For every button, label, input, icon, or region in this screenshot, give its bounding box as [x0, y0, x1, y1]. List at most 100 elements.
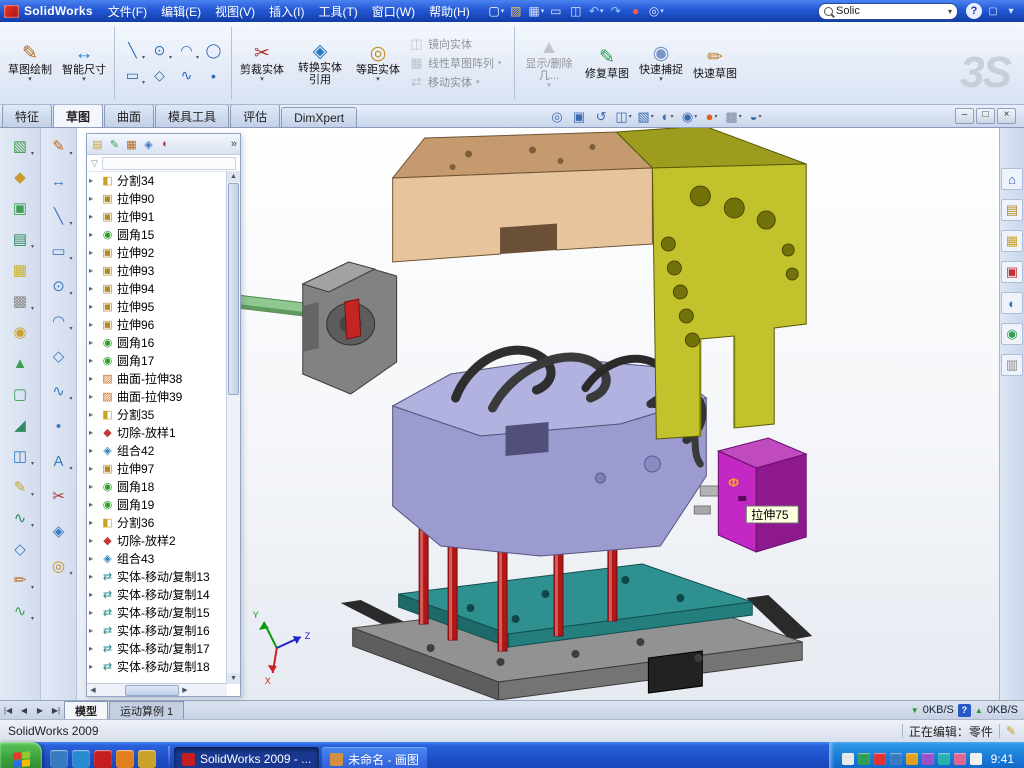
text-icon[interactable]: A▾	[45, 449, 73, 473]
tree-item[interactable]: ▸ ◆ 切除-放样2	[89, 531, 227, 549]
tree-item[interactable]: ▸ ◉ 圆角19	[89, 495, 227, 513]
expand-arrow-icon[interactable]: ▸	[89, 626, 98, 635]
print-preview-icon[interactable]: ◫	[567, 3, 586, 20]
tab-nav-icon[interactable]: |◀	[0, 706, 16, 715]
mirror-entities-button[interactable]: ◫ 镜向实体	[406, 35, 510, 53]
tree-item[interactable]: ▸ ◉ 圆角16	[89, 333, 227, 351]
scrollbar-thumb[interactable]	[125, 685, 179, 696]
spline-tools-icon[interactable]: ∿▾	[6, 599, 34, 623]
scroll-up-icon[interactable]: ▲	[227, 171, 240, 182]
extruded-cut-icon[interactable]: ▦	[6, 258, 34, 282]
start-button[interactable]	[0, 742, 42, 768]
expand-arrow-icon[interactable]: ▸	[89, 644, 98, 653]
mirror-icon[interactable]: ◫▾	[6, 444, 34, 468]
dimxpertmanager-tab-icon[interactable]: ◈	[141, 137, 156, 152]
point-icon[interactable]: •	[45, 414, 73, 438]
tree-item[interactable]: ▸ ⇄ 实体-移动/复制17	[89, 639, 227, 657]
expand-arrow-icon[interactable]: ▸	[89, 464, 98, 473]
expand-arrow-icon[interactable]: ▸	[89, 428, 98, 437]
expand-arrow-icon[interactable]: ▸	[89, 212, 98, 221]
expand-arrow-icon[interactable]: ▸	[89, 302, 98, 311]
save-icon[interactable]: ▦▾	[527, 3, 546, 20]
sketch-tools-icon[interactable]: ✏▾	[6, 568, 34, 592]
tree-vertical-scrollbar[interactable]: ▲ ▼	[226, 171, 240, 684]
line-icon[interactable]: ╲▾	[119, 38, 146, 63]
view-orientation-icon[interactable]: ▧▾	[635, 108, 656, 125]
tree-item[interactable]: ▸ ◧ 分割34	[89, 171, 227, 189]
menu-item[interactable]: 插入(I)	[262, 1, 311, 22]
expand-arrow-icon[interactable]: ▸	[89, 194, 98, 203]
scrollbar-thumb[interactable]	[228, 183, 239, 395]
expand-arrow-icon[interactable]: ▸	[89, 500, 98, 509]
quick-snaps-button[interactable]: ◉ 快速捕捉 ▾	[635, 24, 687, 102]
tree-item[interactable]: ▸ ⇄ 实体-移动/复制15	[89, 603, 227, 621]
fillet-icon[interactable]: ◉	[6, 320, 34, 344]
polygon-icon[interactable]: ◇	[146, 63, 173, 88]
scroll-down-icon[interactable]: ▼	[227, 673, 240, 684]
home-icon[interactable]: ⌂	[1001, 168, 1023, 190]
tree-item[interactable]: ▸ ◉ 圆角15	[89, 225, 227, 243]
instant3d-icon[interactable]: ◇	[6, 537, 34, 561]
spline-icon[interactable]: ∿▾	[45, 379, 73, 403]
ime-icon[interactable]	[842, 753, 854, 765]
rectangle-icon[interactable]: ▭▾	[119, 63, 146, 88]
filter-icon[interactable]: ▽	[91, 158, 98, 169]
open-icon[interactable]: ▨	[507, 3, 526, 20]
study-tab[interactable]: 运动算例 1	[109, 701, 184, 720]
command-tab[interactable]: 特征	[2, 104, 52, 127]
sketch-icon[interactable]: ✎▾	[45, 134, 73, 158]
trim-entities-icon[interactable]: ✂	[45, 484, 73, 508]
expand-arrow-icon[interactable]: ▸	[89, 518, 98, 527]
expand-arrow-icon[interactable]: ▸	[89, 356, 98, 365]
revolved-boss-icon[interactable]: ◆	[6, 165, 34, 189]
part-magenta-block[interactable]: Φ	[718, 438, 806, 552]
extruded-boss-icon[interactable]: ▧▾	[6, 134, 34, 158]
convert-entities-icon[interactable]: ◈	[45, 519, 73, 543]
overflow-chevron-icon[interactable]: »	[231, 138, 237, 150]
expand-arrow-icon[interactable]: ▸	[89, 392, 98, 401]
apply-scene-icon[interactable]: ▩▾	[723, 108, 744, 125]
media-player-icon[interactable]	[116, 750, 134, 768]
options-icon[interactable]: ◎▾	[647, 3, 666, 20]
swept-boss-icon[interactable]: ▣	[6, 196, 34, 220]
appearances-icon[interactable]: ◐	[1001, 292, 1023, 314]
search-box[interactable]: Solic ▾	[818, 3, 958, 20]
net-help-icon[interactable]: ?	[958, 704, 971, 717]
tree-item[interactable]: ▸ ◈ 组合43	[89, 549, 227, 567]
tab-nav-icon[interactable]: ▶	[32, 706, 48, 715]
edit-appearance-icon[interactable]: ●▾	[701, 108, 722, 125]
scroll-right-icon[interactable]: ▶	[179, 686, 191, 694]
smart-dimension-icon[interactable]: ↔	[45, 169, 73, 193]
menu-item[interactable]: 工具(T)	[311, 1, 364, 22]
search-dropdown-icon[interactable]: ▾	[948, 7, 952, 16]
curves-icon[interactable]: ∿▾	[6, 506, 34, 530]
menu-item[interactable]: 窗口(W)	[365, 1, 422, 22]
network-icon[interactable]	[890, 753, 902, 765]
design-library-icon[interactable]: ▤	[1001, 199, 1023, 221]
move-entities-button[interactable]: ⇄ 移动实体 ▾	[406, 73, 510, 91]
menu-item[interactable]: 帮助(H)	[422, 1, 477, 22]
expand-arrow-icon[interactable]: ▸	[89, 266, 98, 275]
tree-item[interactable]: ▸ ◧ 分割36	[89, 513, 227, 531]
convert-entities-button[interactable]: ◈ 转换实体引用	[290, 24, 350, 102]
expand-arrow-icon[interactable]: ▸	[89, 248, 98, 257]
download-icon[interactable]	[938, 753, 950, 765]
section-view-icon[interactable]: ◫▾	[613, 108, 634, 125]
sketch-button[interactable]: ✎ 草图绘制 ▾	[4, 24, 56, 102]
hide-show-items-icon[interactable]: ◉▾	[679, 108, 700, 125]
close-doc-icon[interactable]: ×	[997, 108, 1016, 124]
point-icon[interactable]: •	[200, 63, 227, 88]
repair-sketch-button[interactable]: ✎ 修复草图	[581, 24, 633, 102]
circle-icon[interactable]: ⊙▾	[45, 274, 73, 298]
solidworks-launcher-icon[interactable]	[94, 750, 112, 768]
command-tab[interactable]: DimXpert	[281, 107, 357, 127]
command-tab[interactable]: 评估	[230, 104, 280, 127]
trim-entities-button[interactable]: ✂ 剪裁实体 ▾	[236, 24, 288, 102]
tree-item[interactable]: ▸ ◈ 组合42	[89, 441, 227, 459]
expand-arrow-icon[interactable]: ▸	[89, 410, 98, 419]
ie-icon[interactable]	[72, 750, 90, 768]
menu-item[interactable]: 编辑(E)	[154, 1, 208, 22]
tree-item[interactable]: ▸ ◧ 分割35	[89, 405, 227, 423]
rebuild-icon[interactable]: ●	[627, 3, 646, 20]
tree-item[interactable]: ▸ ▣ 拉伸93	[89, 261, 227, 279]
